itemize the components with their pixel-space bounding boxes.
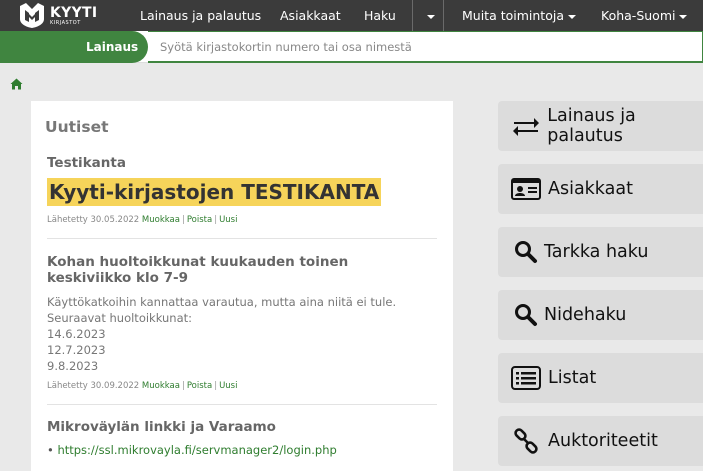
nav-koha-suomi[interactable]: Koha-Suomi: [601, 0, 688, 31]
shortcut-tarkka-haku[interactable]: Tarkka haku: [498, 227, 703, 277]
new-link[interactable]: Uusi: [219, 381, 237, 391]
divider: [47, 238, 437, 239]
nav-asiakkaat[interactable]: Asiakkaat: [280, 0, 341, 31]
nav-divider: [443, 0, 444, 31]
news-heading: Testikanta: [47, 155, 126, 171]
brand-name: KYYTI: [50, 4, 98, 21]
news-meta: Lähetetty 30.05.2022 Muokkaa | Poista | Uusi: [47, 215, 238, 225]
shortcut-label: Nidehaku: [544, 305, 627, 325]
delete-link[interactable]: Poista: [187, 381, 212, 391]
top-navbar: KYYTI KIRJASTOT Lainaus ja palautus Asia…: [0, 0, 703, 31]
checkout-search-bar: Lainaus: [0, 31, 703, 63]
tab-lainaus[interactable]: Lainaus: [0, 31, 148, 63]
shortcut-lainaus-ja-palautus[interactable]: Lainaus ja palautus: [498, 101, 703, 151]
news-body-line: 14.6.2023: [47, 327, 106, 341]
news-highlight: Kyyti-kirjastojen TESTIKANTA: [47, 178, 382, 206]
divider: [47, 404, 437, 405]
news-body-line: Käyttökatkoihin kannattaa varautua, mutt…: [47, 295, 397, 309]
nav-haku[interactable]: Haku: [364, 0, 396, 31]
id-card-icon: [510, 176, 542, 202]
news-title: Uutiset: [45, 118, 109, 136]
news-heading: Kohan huoltoikkunat kuukauden toinen kes…: [47, 254, 349, 286]
edit-link[interactable]: Muokkaa: [142, 215, 180, 225]
news-meta: Lähetetty 30.09.2022 Muokkaa | Poista | Uusi: [47, 381, 238, 391]
news-item: Kohan huoltoikkunat kuukauden toinen kes…: [47, 254, 437, 391]
new-link[interactable]: Uusi: [219, 215, 237, 225]
news-body-line: 12.7.2023: [47, 343, 106, 357]
kyyti-logo[interactable]: KYYTI KIRJASTOT: [18, 2, 97, 29]
edit-link[interactable]: Muokkaa: [142, 381, 180, 391]
home-icon[interactable]: [10, 78, 23, 90]
news-item: Testikanta Kyyti-kirjastojen TESTIKANTA …: [47, 155, 437, 225]
shortcut-auktoriteetit[interactable]: Auktoriteetit: [498, 416, 703, 466]
news-link-row: • https://ssl.mikrovayla.fi/servmanager2…: [47, 443, 437, 457]
search-icon: [510, 239, 542, 265]
shortcut-label: Lainaus ja palautus: [547, 106, 636, 146]
nav-lainaus-ja-palautus[interactable]: Lainaus ja palautus: [140, 0, 261, 31]
news-posted-date: Lähetetty 30.05.2022: [47, 215, 140, 225]
chevron-down-icon: [427, 14, 435, 19]
chevron-down-icon: [679, 14, 688, 19]
nav-divider: [412, 0, 413, 31]
shortcut-label: Tarkka haku: [544, 242, 649, 262]
shortcut-nidehaku[interactable]: Nidehaku: [498, 290, 703, 340]
kyyti-logo-icon: [20, 3, 44, 28]
news-posted-date: Lähetetty 30.09.2022: [47, 381, 140, 391]
patron-search-input[interactable]: [148, 31, 703, 63]
bullet-icon: •: [47, 443, 54, 457]
shortcut-label: Asiakkaat: [548, 179, 633, 199]
nav-koha-suomi-label: Koha-Suomi: [601, 8, 676, 23]
brand-sub: KIRJASTOT: [50, 19, 81, 26]
shortcut-label: Listat: [548, 368, 597, 388]
news-body-line: 9.8.2023: [47, 359, 99, 373]
nav-muita-toimintoja[interactable]: Muita toimintoja: [462, 0, 576, 31]
breadcrumb: [10, 75, 23, 94]
shortcut-label: Auktoriteetit: [548, 431, 658, 451]
news-item: Mikroväylän linkki ja Varaamo • https://…: [47, 419, 437, 457]
shortcut-listat[interactable]: Listat: [498, 353, 703, 403]
mikrovayla-link[interactable]: https://ssl.mikrovayla.fi/servmanager2/l…: [57, 443, 336, 457]
news-heading: Mikroväylän linkki ja Varaamo: [47, 419, 276, 435]
shortcut-asiakkaat[interactable]: Asiakkaat: [498, 164, 703, 214]
chevron-down-icon: [568, 14, 576, 19]
nav-muita-toimintoja-label: Muita toimintoja: [462, 8, 564, 23]
news-body-line: Seuraavat huoltoikkunat:: [47, 311, 193, 325]
nav-haku-dropdown[interactable]: [423, 0, 435, 31]
list-icon: [510, 365, 542, 391]
delete-link[interactable]: Poista: [187, 215, 212, 225]
news-body: Käyttökatkoihin kannattaa varautua, mutt…: [47, 294, 437, 374]
transfer-arrows-icon: [510, 113, 541, 139]
link-icon: [510, 428, 542, 454]
search-icon: [510, 302, 542, 328]
news-panel: Uutiset Testikanta Kyyti-kirjastojen TES…: [31, 101, 453, 471]
